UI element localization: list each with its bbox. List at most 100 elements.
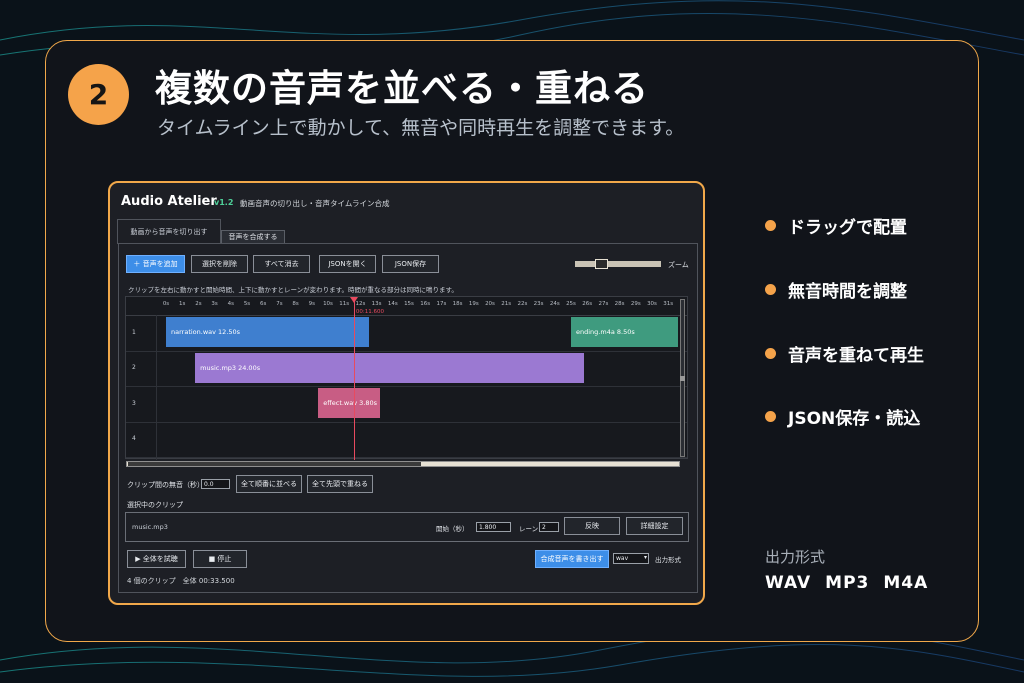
ruler-tick-label: 21s (501, 301, 512, 307)
app-title: Audio Atelier (121, 194, 217, 209)
lane-input[interactable]: 2 (539, 522, 559, 532)
ruler-tick-label: 7s (276, 301, 283, 307)
format-select[interactable]: wav ▾ (613, 553, 649, 564)
time-ruler[interactable]: 0s 1s 2s 3s 4s 5s 6s 7s 8s 9s 10s 11s 12s 13s 14s 15s 16… (126, 297, 687, 316)
bullet-dot-icon (765, 348, 776, 359)
apply-button[interactable]: 反映 (564, 517, 620, 535)
ruler-tick-label: 9s (308, 301, 315, 307)
zoom-slider[interactable] (575, 261, 661, 267)
ruler-tick-label: 0s (162, 301, 170, 307)
ruler-tick-label: 18s (452, 301, 463, 307)
zoom-label: ズーム (668, 261, 689, 269)
ruler-tick-label: 16s (420, 301, 431, 307)
slide-subtitle: タイムライン上で動かして、無音や同時再生を調整できます。 (157, 117, 685, 139)
ruler-tick-label: 19s (468, 301, 479, 307)
ruler-tick-label: 10s (323, 301, 333, 307)
ruler-tick-label: 2s (195, 301, 202, 307)
output-format-list: WAV MP3 M4A (765, 573, 942, 593)
format-wav: WAV (765, 573, 812, 593)
clear-all-button[interactable]: すべて消去 (253, 255, 310, 273)
tab-extract-audio[interactable]: 動画から音声を切り出す (117, 219, 221, 244)
ruler-tick-label: 15s (404, 301, 414, 307)
ruler-tick-label: 4s (227, 301, 234, 307)
ruler-tick-label: 17s (436, 301, 447, 307)
open-json-button[interactable]: JSONを開く (319, 255, 376, 273)
ruler-tick-label: 28s (614, 301, 625, 307)
lane-number: 1 (132, 328, 136, 336)
bullet-dot-icon (765, 220, 776, 231)
start-seconds-input[interactable]: 1.800 (476, 522, 511, 532)
chevron-down-icon: ▾ (643, 554, 647, 561)
playhead-marker-icon[interactable] (350, 297, 359, 303)
detail-settings-button[interactable]: 詳細設定 (626, 517, 683, 535)
ruler-tick-label: 5s (243, 301, 251, 307)
timeline-hint: クリップを左右に動かすと開始時間、上下に動かすとレーンが変わります。時間が重なる… (128, 286, 458, 294)
ruler-tick-label: 24s (549, 301, 560, 307)
app-description: 動画音声の切り出し・音声タイムライン合成 (240, 199, 390, 208)
gap-label: クリップ間の無音（秒） (127, 481, 204, 489)
ruler-tick-label: 13s (371, 301, 382, 307)
format-select-value: wav (616, 555, 629, 562)
ruler-tick-label: 30s (647, 301, 657, 307)
ruler-tick-label: 11s (339, 301, 350, 307)
audio-clip[interactable]: music.mp3 24.00s (195, 352, 584, 383)
output-format-label: 出力形式 (765, 548, 826, 566)
zoom-slider-thumb[interactable] (595, 259, 608, 269)
feature-label: 音声を重ねて再生 (788, 346, 924, 366)
timeline-lane[interactable]: 4 (126, 422, 687, 458)
export-audio-button[interactable]: 合成音声を書き出す (535, 550, 609, 568)
playhead-line[interactable] (353, 297, 356, 460)
slide-title: 複数の音声を並べる・重ねる (155, 67, 649, 110)
step-number-badge: 2 (68, 64, 129, 125)
ruler-tick-label: 31s (663, 301, 674, 307)
vertical-scrollbar-thumb[interactable] (680, 376, 685, 381)
horizontal-scrollbar-thumb[interactable] (128, 462, 421, 466)
timeline[interactable]: 0s 1s 2s 3s 4s 5s 6s 7s 8s 9s 10s 11s 12s 13s 14s 15s 16… (125, 296, 688, 460)
overlap-at-start-button[interactable]: 全て先頭で重ねる (307, 475, 373, 493)
ruler-tick-label: 14s (387, 301, 398, 307)
feature-item: 無音時間を調整 (765, 277, 907, 302)
feature-item: 音声を重ねて再生 (765, 341, 924, 366)
feature-label: ドラッグで配置 (788, 218, 907, 238)
audio-clip[interactable]: ending.m4a 8.50s (571, 317, 678, 347)
start-seconds-label: 開始（秒） (436, 525, 469, 533)
ruler-tick-label: 29s (630, 301, 641, 307)
audio-clip[interactable]: narration.wav 12.50s (166, 317, 369, 347)
arrange-sequential-button[interactable]: 全て順番に並べる (236, 475, 302, 493)
format-m4a: M4A (883, 573, 929, 593)
delete-selected-button[interactable]: 選択を削除 (191, 255, 248, 273)
status-text: 4 個のクリップ 全体 00:33.500 (127, 577, 235, 585)
ruler-tick-label: 20s (485, 301, 495, 307)
ruler-tick-label: 26s (582, 301, 593, 307)
playhead-time: 00:11.600 (355, 309, 385, 315)
ruler-tick-label: 25s (566, 301, 576, 307)
audio-clip[interactable]: effect.wav 3.80s (318, 388, 380, 418)
lane-number: 4 (132, 435, 136, 443)
bullet-dot-icon (765, 411, 776, 422)
ruler-tick-label: 23s (533, 301, 544, 307)
ruler-tick-label: 3s (211, 301, 218, 307)
stop-button[interactable]: ■ 停止 (193, 550, 247, 568)
lane-number: 2 (132, 364, 136, 372)
feature-label: 無音時間を調整 (788, 282, 907, 302)
ruler-tick-label: 8s (292, 301, 299, 307)
format-label: 出力形式 (655, 556, 681, 564)
selected-clip-heading: 選択中のクリップ (127, 501, 183, 509)
ruler-tick-label: 6s (260, 301, 267, 307)
ruler-tick-label: 22s (517, 301, 528, 307)
gap-input[interactable]: 0.0 (201, 479, 230, 489)
feature-item: ドラッグで配置 (765, 213, 907, 238)
tab-compose-audio[interactable]: 音声を合成する (221, 230, 285, 244)
feature-item: JSON保存・読込 (765, 404, 920, 429)
lane-number: 3 (132, 399, 136, 407)
save-json-button[interactable]: JSON保存 (382, 255, 439, 273)
feature-label: JSON保存・読込 (788, 409, 921, 429)
play-all-button[interactable]: ▶ 全体を試聴 (127, 550, 186, 568)
timeline-lane[interactable]: 3 (126, 386, 687, 423)
lane-label: レーン (519, 525, 539, 533)
add-audio-button[interactable]: ＋ 音声を追加 (126, 255, 185, 273)
selected-clip-name: music.mp3 (132, 523, 168, 531)
ruler-tick-label: 1s (179, 301, 186, 307)
ruler-tick-label: 27s (598, 301, 609, 307)
format-mp3: MP3 (825, 573, 870, 593)
